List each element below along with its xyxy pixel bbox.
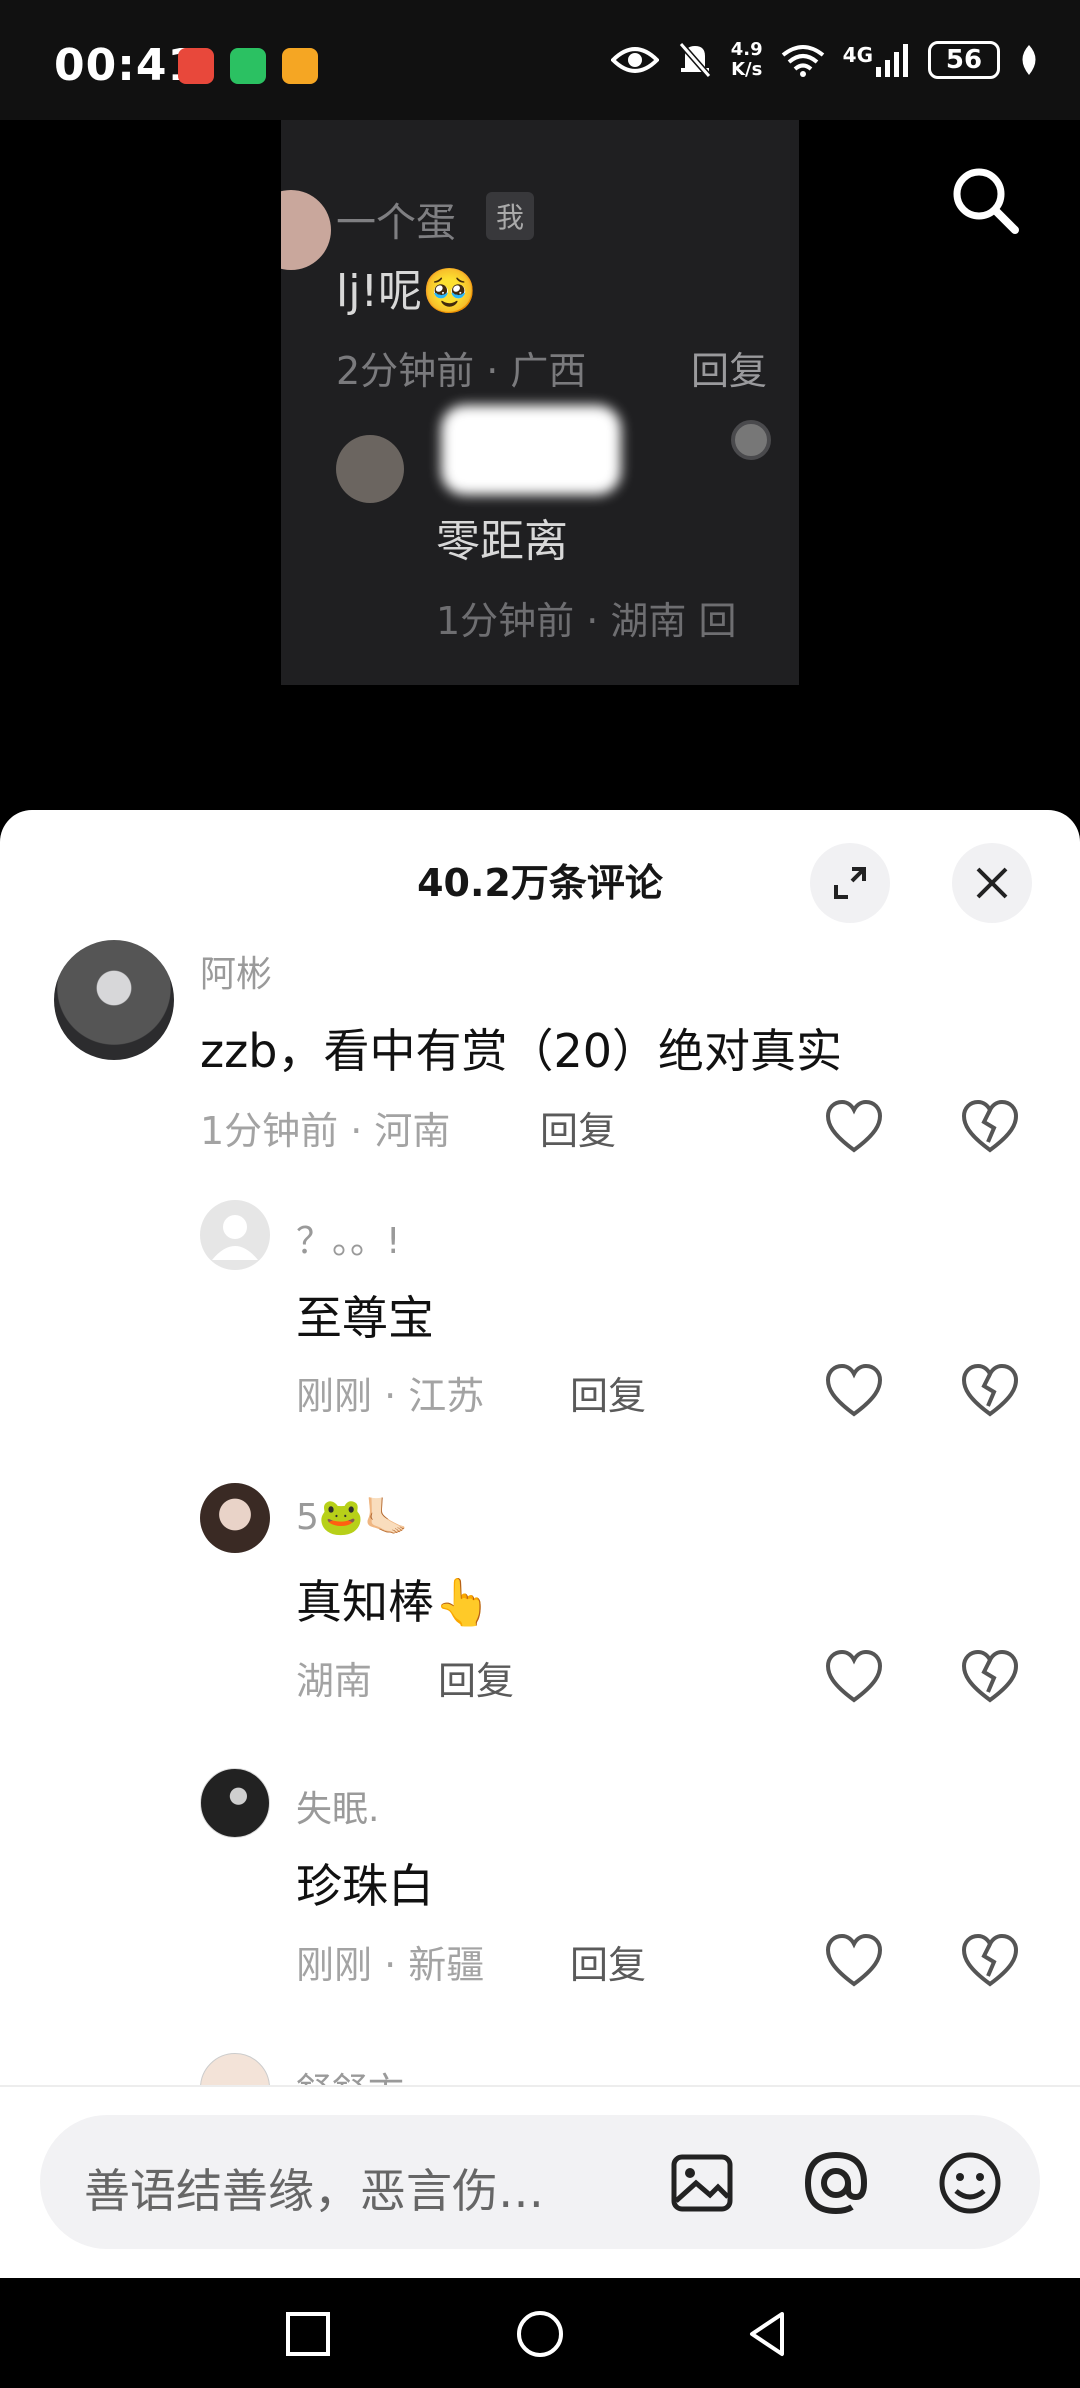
home-icon[interactable]: [514, 2308, 566, 2360]
mention-icon[interactable]: [800, 2147, 872, 2219]
system-nav-bar: [0, 2278, 1080, 2388]
reply-button[interactable]: 回复: [540, 1100, 616, 1155]
default-avatar-icon: [212, 1215, 258, 1260]
weibo-app-icon: [282, 48, 318, 84]
wifi-icon: [781, 45, 824, 77]
battery-indicator: 56: [928, 41, 1000, 79]
overlay-reply-avatar: [336, 435, 404, 503]
comment-input-bar: 善语结善缘，恶言伤…: [0, 2085, 1080, 2278]
status-bar: 00:41 4.9 K/s 4G 56: [0, 0, 1080, 120]
comment-text[interactable]: 至尊宝: [296, 1282, 434, 1348]
expand-button[interactable]: [810, 843, 890, 923]
reply-button[interactable]: 回复: [570, 1934, 646, 1989]
comment-meta: 刚刚 · 江苏: [296, 1374, 485, 1418]
comment-meta: 刚刚 · 新疆: [296, 1943, 485, 1987]
comment-input[interactable]: 善语结善缘，恶言伤…: [40, 2115, 1040, 2249]
heart-icon[interactable]: [824, 1932, 884, 1988]
broken-heart-icon[interactable]: [960, 1362, 1020, 1418]
blurred-name: [441, 405, 621, 495]
signal-icon: [876, 44, 908, 77]
comment-author[interactable]: 失眠.: [296, 1780, 379, 1832]
mute-bell-icon: [678, 42, 712, 78]
network-type: 4G: [842, 43, 873, 67]
comment-text[interactable]: 真知棒👆: [296, 1566, 491, 1632]
overlay-meta: 2分钟前 · 广西: [336, 349, 587, 393]
overlay-comment: lj!呢🥹: [336, 266, 477, 317]
comment-count-title: 40.2万条评论: [417, 861, 663, 905]
net-speed: 4.9 K/s: [731, 40, 763, 80]
recents-icon[interactable]: [282, 2308, 334, 2360]
avatar[interactable]: [54, 940, 174, 1060]
image-icon[interactable]: [666, 2147, 738, 2219]
close-icon: [976, 867, 1008, 899]
heart-icon[interactable]: [824, 1362, 884, 1418]
comment-meta: 湖南: [296, 1659, 373, 1703]
heart-icon[interactable]: [824, 1098, 884, 1154]
reply-button[interactable]: 回复: [438, 1650, 514, 1705]
comment-sheet: 40.2万条评论 阿彬 zzb，看中有赏（20）绝对真实 1分钟前 · 河南 回…: [0, 810, 1080, 2278]
eye-icon: [610, 47, 659, 73]
close-button[interactable]: [952, 843, 1032, 923]
avatar[interactable]: [200, 1200, 270, 1270]
comment-meta: 1分钟前 · 河南: [200, 1109, 451, 1153]
expand-icon: [834, 867, 866, 899]
overlay-user-tag: 我: [486, 192, 535, 240]
video-frame: 一个蛋 我 lj!呢🥹 2分钟前 · 广西 回复 零距离 1分钟前 · 湖南 回: [281, 120, 799, 685]
avatar[interactable]: [200, 1768, 270, 1838]
broken-heart-icon[interactable]: [960, 1932, 1020, 1988]
comment-author[interactable]: 阿彬: [200, 945, 272, 997]
comment-input-placeholder: 善语结善缘，恶言伤…: [84, 2164, 544, 2218]
search-icon[interactable]: [945, 160, 1025, 240]
comment-text[interactable]: 珍珠白: [296, 1850, 434, 1916]
overlay-reply: 回复: [691, 349, 768, 393]
broken-heart-icon[interactable]: [960, 1098, 1020, 1154]
call-app-icon: [178, 48, 214, 84]
emoji-icon[interactable]: [934, 2147, 1006, 2219]
heart-icon[interactable]: [824, 1648, 884, 1704]
wechat-app-icon: [230, 48, 266, 84]
comment-author[interactable]: 5🐸🦶🏻: [296, 1496, 409, 1538]
back-icon[interactable]: [742, 2308, 794, 2360]
net-speed-value: 4.9: [730, 39, 763, 60]
overlay-user-name: 一个蛋: [336, 200, 456, 246]
reply-button[interactable]: 回复: [570, 1365, 646, 1420]
net-speed-unit: K/s: [731, 59, 763, 80]
leaf-icon: [1022, 45, 1036, 75]
overlay-dot: [731, 420, 771, 460]
avatar[interactable]: [200, 1483, 270, 1553]
comment-text[interactable]: zzb，看中有赏（20）绝对真实: [200, 1015, 842, 1081]
overlay-avatar: [281, 190, 331, 270]
broken-heart-icon[interactable]: [960, 1648, 1020, 1704]
overlay-reply-comment: 零距离: [436, 516, 568, 567]
overlay-reply-meta: 1分钟前 · 湖南 回: [436, 599, 737, 643]
video-player[interactable]: 一个蛋 我 lj!呢🥹 2分钟前 · 广西 回复 零距离 1分钟前 · 湖南 回: [0, 120, 1080, 820]
comment-author[interactable]: ？。。!: [296, 1212, 400, 1264]
